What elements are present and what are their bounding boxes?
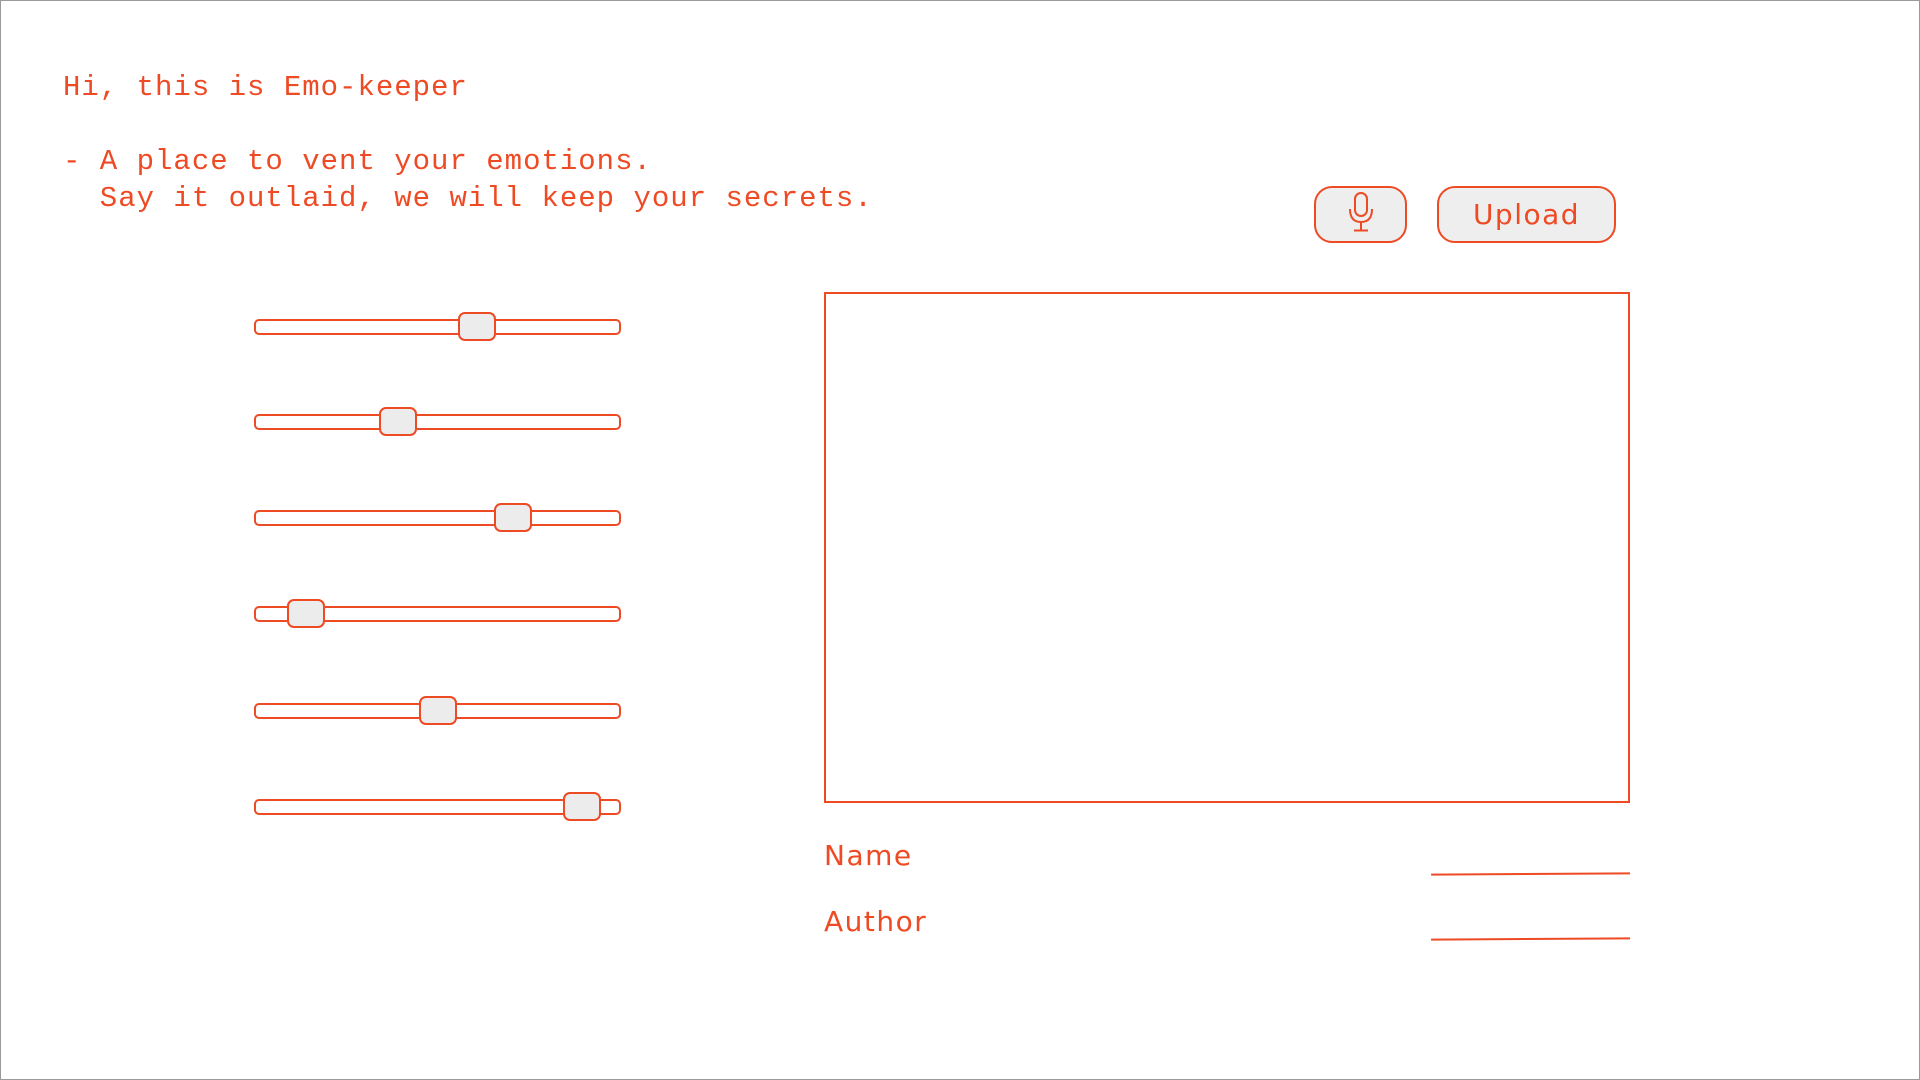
- slider-thumb[interactable]: [379, 407, 418, 436]
- name-label: Name: [824, 839, 913, 872]
- emotion-slider-6[interactable]: [254, 789, 621, 825]
- slider-track[interactable]: [254, 510, 621, 526]
- app-window: Hi, this is Emo-keeper - A place to vent…: [0, 0, 1920, 1080]
- microphone-icon: [1348, 191, 1374, 238]
- intro-text: - A place to vent your emotions. Say it …: [63, 145, 873, 215]
- slider-thumb[interactable]: [286, 599, 325, 628]
- emotion-canvas[interactable]: [824, 292, 1630, 803]
- emotion-slider-4[interactable]: [254, 596, 621, 632]
- slider-thumb[interactable]: [457, 312, 496, 341]
- record-button[interactable]: [1314, 186, 1407, 243]
- emotion-slider-3[interactable]: [254, 500, 621, 536]
- emotion-slider-5[interactable]: [254, 693, 621, 729]
- name-field[interactable]: [1430, 848, 1631, 876]
- emotion-slider-1[interactable]: [254, 309, 621, 345]
- emotion-slider-2[interactable]: [254, 404, 621, 440]
- slider-thumb[interactable]: [563, 792, 602, 821]
- author-field[interactable]: [1430, 913, 1631, 941]
- author-label: Author: [824, 905, 928, 938]
- upload-button[interactable]: Upload: [1437, 186, 1616, 243]
- slider-track[interactable]: [254, 414, 621, 430]
- slider-thumb[interactable]: [494, 503, 533, 532]
- slider-thumb[interactable]: [418, 696, 457, 725]
- slider-track[interactable]: [254, 319, 621, 335]
- greeting-title: Hi, this is Emo-keeper: [63, 71, 468, 104]
